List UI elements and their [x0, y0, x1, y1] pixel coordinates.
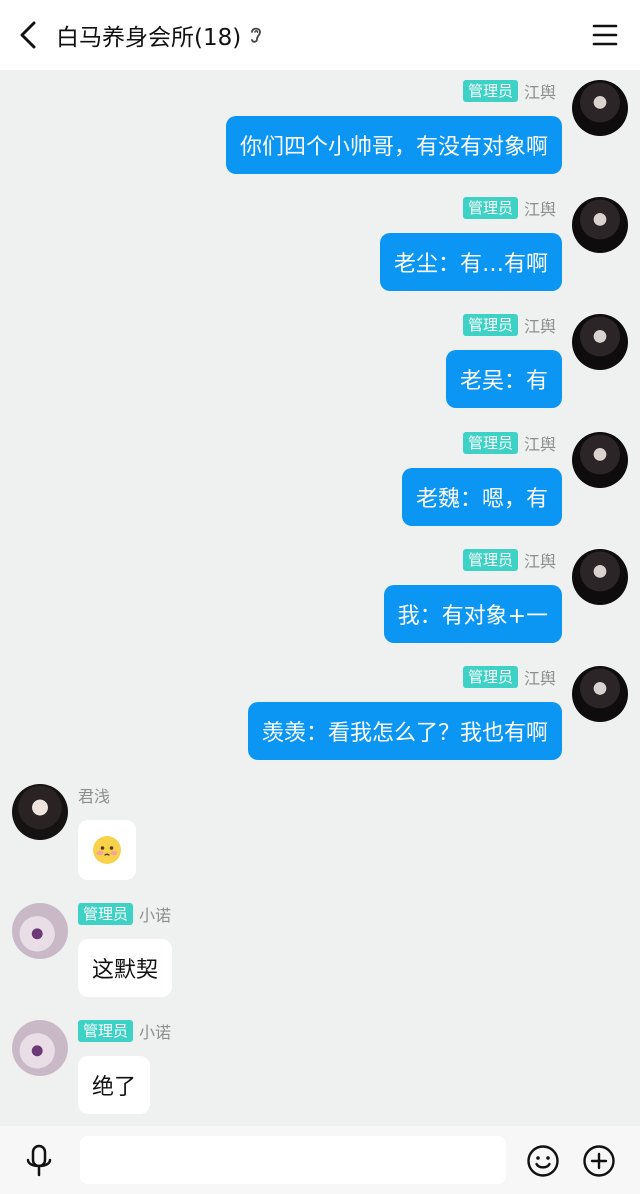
- message-meta: 管理员 江舆: [462, 432, 556, 454]
- input-bar: [0, 1126, 640, 1194]
- sender-name: 江舆: [523, 317, 556, 336]
- plus-circle-icon: [583, 1145, 615, 1177]
- admin-badge: 管理员: [462, 80, 518, 102]
- message-bubble[interactable]: 绝了: [78, 1056, 151, 1114]
- emoji-bubble[interactable]: [78, 820, 136, 880]
- back-button[interactable]: [0, 0, 56, 70]
- message-list[interactable]: 管理员 江舆 你们四个小帅哥，有没有对象啊 管理员 江舆 老尘：有…有啊 管理员…: [0, 70, 640, 1126]
- emoji-button[interactable]: [526, 1144, 560, 1178]
- hamburger-menu-icon: [592, 24, 618, 46]
- ear-icon: [249, 25, 263, 45]
- group-title: 白马养身会所(18): [56, 25, 242, 51]
- sender-name: 小诺: [139, 906, 172, 925]
- admin-badge: 管理员: [78, 1020, 134, 1042]
- avatar[interactable]: [572, 314, 628, 370]
- admin-badge: 管理员: [462, 549, 518, 571]
- avatar[interactable]: [12, 903, 68, 959]
- message-bubble[interactable]: 老尘：有…有啊: [379, 233, 562, 291]
- sender-name: 君浅: [78, 787, 111, 806]
- chevron-left-icon: [20, 21, 36, 49]
- admin-badge: 管理员: [462, 197, 518, 219]
- avatar[interactable]: [572, 80, 628, 136]
- avatar[interactable]: [572, 666, 628, 722]
- message-bubble[interactable]: 老吴：有: [445, 350, 562, 408]
- avatar[interactable]: [572, 549, 628, 605]
- admin-badge: 管理员: [462, 314, 518, 336]
- message-input[interactable]: [80, 1136, 506, 1184]
- message-meta: 管理员 江舆: [462, 80, 556, 102]
- chat-header: 白马养身会所(18): [0, 0, 640, 70]
- message-meta: 管理员 江舆: [462, 666, 556, 688]
- message-bubble[interactable]: 老魏：嗯，有: [401, 468, 562, 526]
- sender-name: 江舆: [523, 200, 556, 219]
- admin-badge: 管理员: [462, 432, 518, 454]
- message-meta: 管理员 江舆: [462, 314, 556, 336]
- sender-name: 江舆: [523, 435, 556, 454]
- smile-icon: [527, 1145, 559, 1177]
- message-bubble[interactable]: 我：有对象+一: [383, 585, 562, 643]
- avatar[interactable]: [12, 784, 68, 840]
- message-meta: 管理员 小诺: [78, 1020, 171, 1042]
- avatar[interactable]: [12, 1020, 68, 1076]
- microphone-icon: [26, 1144, 52, 1177]
- more-button[interactable]: [582, 1144, 616, 1178]
- avatar[interactable]: [572, 432, 628, 488]
- message-meta: 管理员 江舆: [462, 549, 556, 571]
- message-bubble[interactable]: 羡羡：看我怎么了？我也有啊: [247, 702, 562, 760]
- admin-badge: 管理员: [462, 666, 518, 688]
- sender-name: 小诺: [139, 1023, 172, 1042]
- avatar[interactable]: [572, 197, 628, 253]
- message-meta: 君浅: [78, 784, 110, 806]
- message-bubble[interactable]: 这默契: [78, 939, 173, 997]
- emoji-shy-face-icon: [93, 836, 121, 864]
- admin-badge: 管理员: [78, 903, 134, 925]
- voice-button[interactable]: [24, 1144, 54, 1178]
- message-meta: 管理员 小诺: [78, 903, 171, 925]
- message-meta: 管理员 江舆: [462, 197, 556, 219]
- message-bubble[interactable]: 你们四个小帅哥，有没有对象啊: [225, 116, 562, 174]
- sender-name: 江舆: [523, 552, 556, 571]
- sender-name: 江舆: [523, 669, 556, 688]
- sender-name: 江舆: [523, 83, 556, 102]
- menu-button[interactable]: [592, 22, 618, 48]
